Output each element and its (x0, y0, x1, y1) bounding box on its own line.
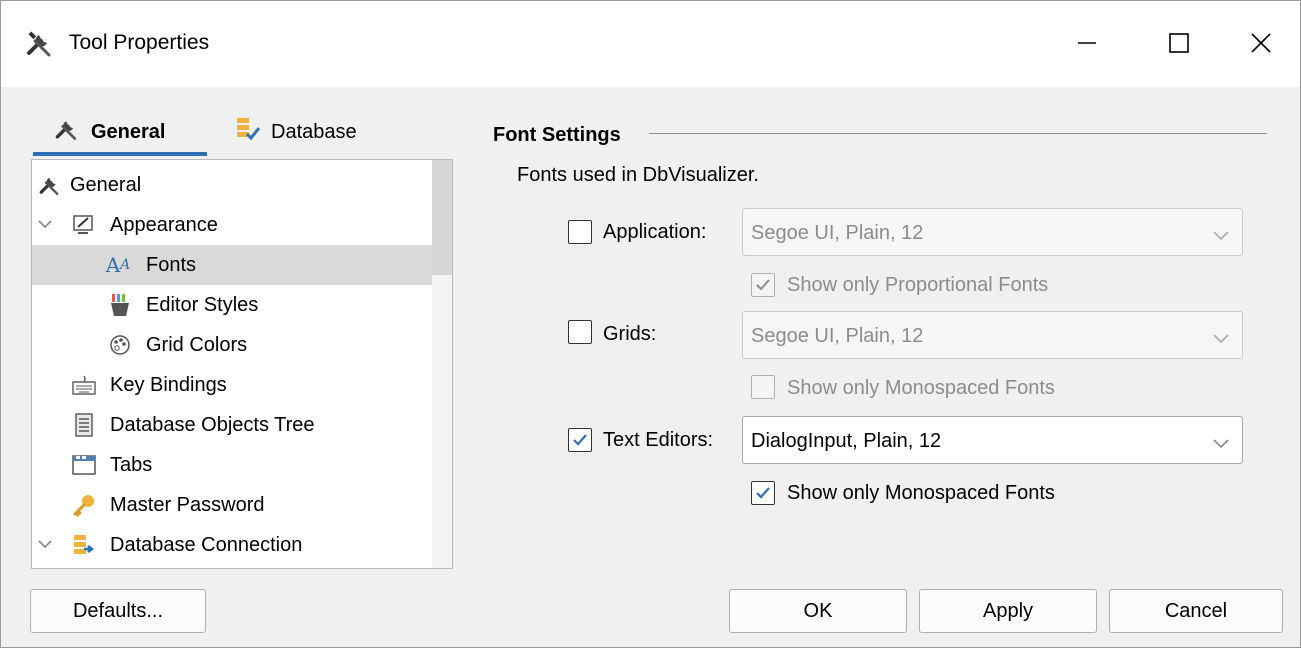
cancel-button[interactable]: Cancel (1109, 589, 1283, 633)
select-value: Segoe UI, Plain, 12 (751, 222, 924, 244)
tree-item-master-password[interactable]: Master Password (32, 485, 432, 525)
proportional-fonts-label: Show only Proportional Fonts (787, 274, 1049, 296)
tree-item-key-bindings[interactable]: Key Bindings (32, 365, 432, 405)
tools-icon (53, 116, 81, 148)
tab-label: General (91, 120, 166, 143)
tree-item-label: Fonts (146, 254, 197, 276)
scrollbar-thumb[interactable] (432, 160, 452, 275)
key-icon (72, 493, 96, 517)
tool-properties-dialog: Tool Properties General Database General… (0, 0, 1301, 648)
grids-monospaced-checkbox[interactable] (751, 375, 775, 399)
tree-item-database-objects-tree[interactable]: Database Objects Tree (32, 405, 432, 445)
text-editors-label: Text Editors: (603, 429, 714, 451)
application-checkbox[interactable] (568, 220, 592, 244)
settings-tree[interactable]: General Appearance AA Fonts Editor Style… (31, 159, 453, 569)
chevron-down-icon[interactable] (36, 215, 54, 233)
text-editors-font-select[interactable]: DialogInput, Plain, 12 (742, 416, 1243, 464)
proportional-fonts-checkbox[interactable] (751, 273, 775, 297)
tools-icon (25, 29, 55, 59)
grids-font-select[interactable]: Segoe UI, Plain, 12 (742, 311, 1243, 359)
palette-icon (108, 333, 132, 357)
tree-scrollbar[interactable] (432, 160, 452, 568)
text-editors-checkbox[interactable] (568, 428, 592, 452)
tree-item-editor-styles[interactable]: Editor Styles (32, 285, 432, 325)
close-button[interactable] (1233, 19, 1289, 67)
chevron-down-icon (1212, 328, 1230, 344)
tree-item-label: Grid Colors (146, 334, 248, 356)
section-title: Font Settings (493, 124, 621, 146)
active-tab-indicator (33, 152, 207, 156)
tree-item-label: Key Bindings (110, 374, 227, 396)
tree-item-appearance[interactable]: Appearance (32, 205, 432, 245)
grids-checkbox[interactable] (568, 320, 592, 344)
appearance-icon (72, 213, 96, 237)
section-divider (649, 133, 1267, 134)
objects-tree-icon (72, 413, 96, 437)
editor-styles-icon (108, 293, 132, 317)
text-editors-monospaced-checkbox[interactable] (751, 481, 775, 505)
chevron-down-icon (1212, 225, 1230, 241)
maximize-button[interactable] (1151, 19, 1207, 67)
keyboard-icon (72, 373, 96, 397)
tree-item-database-connection[interactable]: Database Connection (32, 525, 432, 565)
select-value: DialogInput, Plain, 12 (751, 430, 942, 452)
tree-item-label: Tabs (110, 454, 153, 476)
tree-item-label: General (70, 174, 142, 196)
apply-button[interactable]: Apply (919, 589, 1097, 633)
grids-monospaced-label: Show only Monospaced Fonts (787, 377, 1055, 399)
tree-item-label: Database Objects Tree (110, 414, 315, 436)
text-editors-monospaced-label: Show only Monospaced Fonts (787, 482, 1055, 504)
chevron-down-icon[interactable] (36, 535, 54, 553)
tree-item-fonts[interactable]: AA Fonts (32, 245, 432, 285)
title-bar: Tool Properties (1, 1, 1300, 87)
section-description: Fonts used in DbVisualizer. (517, 164, 759, 186)
tree-item-label: Editor Styles (146, 294, 259, 316)
tabs-icon (72, 453, 96, 477)
ok-button[interactable]: OK (729, 589, 907, 633)
select-value: Segoe UI, Plain, 12 (751, 325, 924, 347)
tree-item-label: Master Password (110, 494, 265, 516)
chevron-down-icon (1212, 433, 1230, 449)
fonts-icon: AA (105, 253, 131, 277)
minimize-button[interactable] (1059, 19, 1115, 67)
tab-label: Database (271, 120, 357, 143)
tree-item-label: Appearance (110, 214, 218, 236)
defaults-button[interactable]: Defaults... (30, 589, 206, 633)
tab-database[interactable]: Database (235, 109, 357, 155)
tree-item-tabs[interactable]: Tabs (32, 445, 432, 485)
grids-label: Grids: (603, 323, 657, 345)
tab-general[interactable]: General (53, 109, 165, 155)
tree-item-grid-colors[interactable]: Grid Colors (32, 325, 432, 365)
application-font-select[interactable]: Segoe UI, Plain, 12 (742, 208, 1243, 256)
database-connection-icon (72, 533, 96, 557)
window-title: Tool Properties (69, 31, 210, 54)
tree-item-label: Database Connection (110, 534, 303, 556)
application-label: Application: (603, 221, 707, 243)
tree-item-general[interactable]: General (32, 165, 432, 205)
tools-icon (38, 173, 62, 197)
database-icon (235, 116, 261, 148)
